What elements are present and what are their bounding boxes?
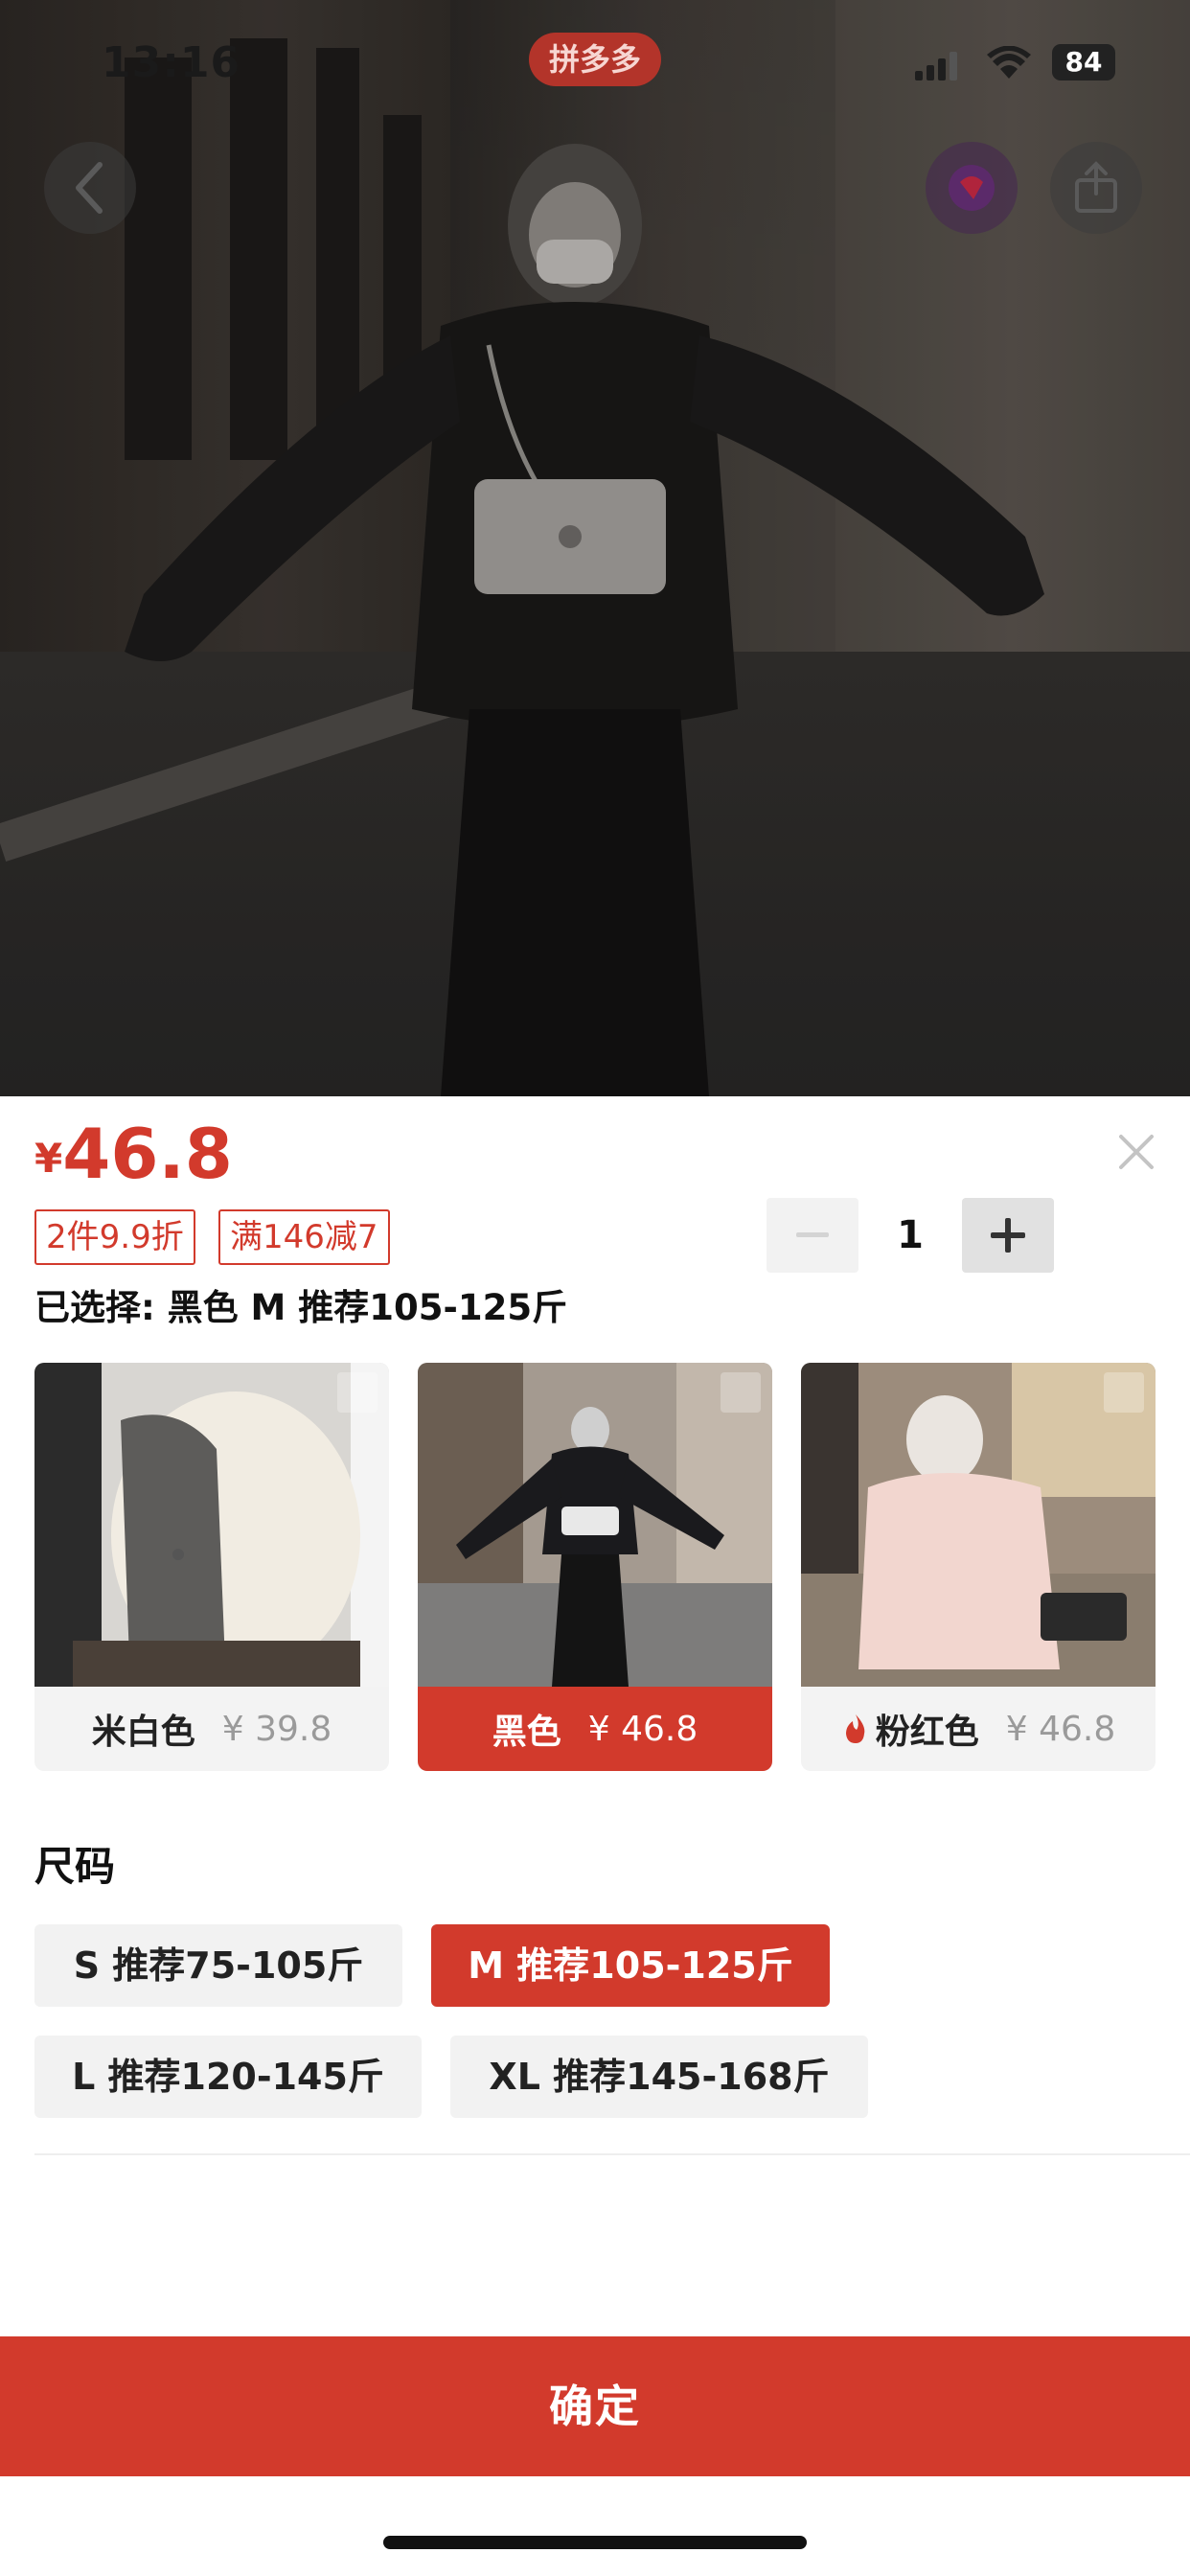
expand-icon[interactable] (1104, 1372, 1144, 1413)
color-thumbnail (801, 1363, 1156, 1687)
color-price: ¥ 39.8 (221, 1709, 332, 1749)
expand-icon[interactable] (337, 1372, 378, 1413)
share-icon (1075, 161, 1117, 213)
size-option-m[interactable]: M 推荐105-125斤 (431, 1924, 830, 2007)
color-price: ¥ 46.8 (1005, 1709, 1116, 1749)
color-option-footer: 黑色 ¥ 46.8 (418, 1687, 772, 1771)
chevron-left-icon (76, 162, 103, 214)
signal-icon (915, 52, 957, 80)
back-button[interactable] (44, 142, 136, 234)
color-thumbnail (34, 1363, 389, 1687)
color-option-pink[interactable]: 粉红色 ¥ 46.8 (801, 1363, 1156, 1771)
size-option-xl[interactable]: XL 推荐145-168斤 (450, 2036, 868, 2118)
battery-icon: 84 (1052, 44, 1115, 80)
sku-selector-sheet: ¥46.8 2件9.9折 满146减7 1 已选择: 黑色 M 推荐105-12… (0, 1096, 1190, 2576)
home-indicator (383, 2536, 807, 2549)
color-option-footer: 米白色 ¥ 39.8 (34, 1687, 389, 1771)
fire-icon (845, 1714, 865, 1743)
wifi-icon (987, 46, 1031, 79)
confirm-button[interactable]: 确定 (0, 2336, 1190, 2476)
color-option-beige[interactable]: 米白色 ¥ 39.8 (34, 1363, 389, 1771)
close-icon[interactable] (1115, 1131, 1157, 1173)
color-name-with-hot: 粉红色 (841, 1704, 979, 1754)
app-logo-button[interactable] (926, 142, 1018, 234)
promo-tag: 2件9.9折 (34, 1209, 195, 1265)
minus-icon (796, 1232, 829, 1237)
color-option-footer: 粉红色 ¥ 46.8 (801, 1687, 1156, 1771)
color-price: ¥ 46.8 (587, 1709, 698, 1749)
size-option-l[interactable]: L 推荐120-145斤 (34, 2036, 422, 2118)
color-name: 黑色 (492, 1713, 561, 1752)
expand-icon[interactable] (721, 1372, 761, 1413)
decrease-button[interactable] (767, 1198, 858, 1273)
status-time: 13:16 (102, 38, 241, 87)
divider (34, 2153, 1190, 2155)
color-option-black[interactable]: 黑色 ¥ 46.8 (418, 1363, 772, 1771)
selected-summary: 已选择: 黑色 M 推荐105-125斤 (34, 1287, 568, 1328)
price-currency: ¥ (34, 1135, 63, 1182)
app-badge[interactable]: 拼多多 (529, 33, 661, 86)
status-bar: 13:16 拼多多 84 (0, 0, 1190, 125)
color-thumbnail (418, 1363, 772, 1687)
size-section-title: 尺码 (34, 1843, 116, 1890)
price-value: 46.8 (62, 1114, 233, 1194)
size-option-s[interactable]: S 推荐75-105斤 (34, 1924, 402, 2007)
share-button[interactable] (1050, 142, 1142, 234)
app-logo-icon (949, 165, 995, 211)
color-name: 米白色 (91, 1713, 195, 1752)
plus-icon (991, 1218, 1025, 1253)
increase-button[interactable] (962, 1198, 1054, 1273)
color-name: 粉红色 (875, 1713, 979, 1752)
promo-tag: 满146减7 (218, 1209, 390, 1265)
price: ¥46.8 (34, 1114, 233, 1194)
quantity-value[interactable]: 1 (858, 1198, 962, 1273)
